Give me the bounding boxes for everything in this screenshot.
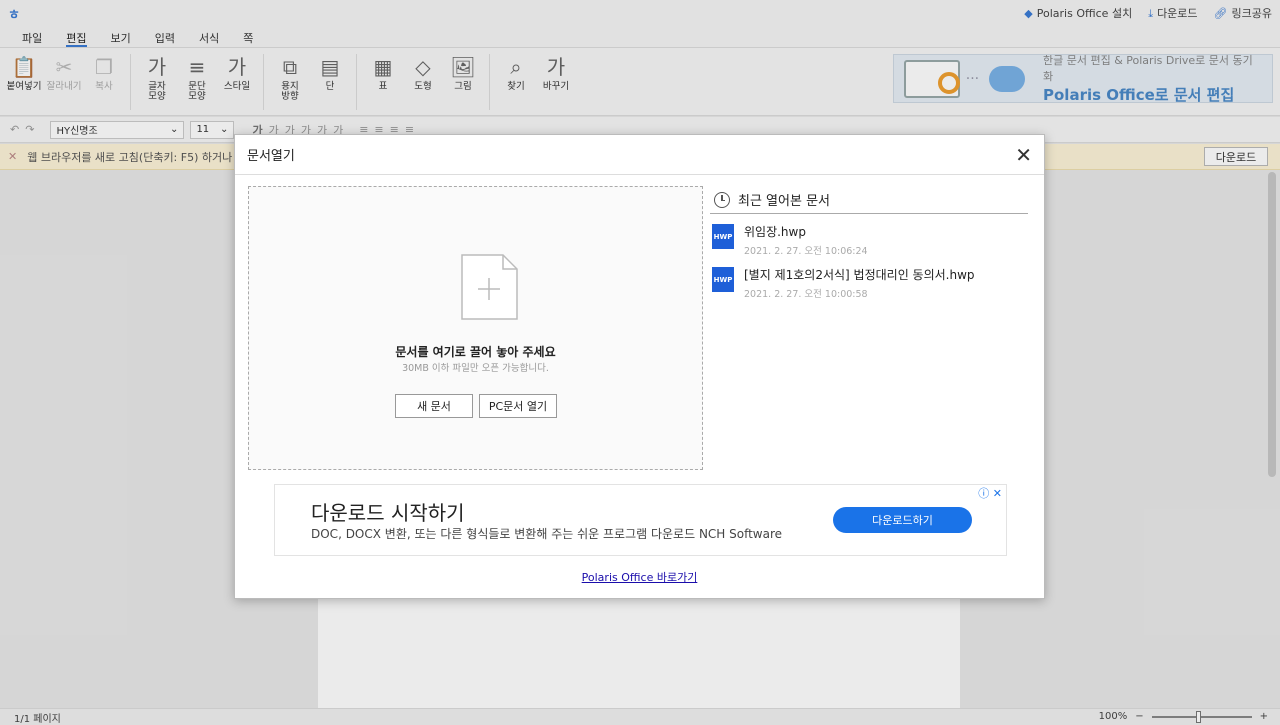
app: ㅎ ◆ Polaris Office 설치 ⤓ 다운로드 🔗︎ 링크공유 파일 편집 … bbox=[0, 0, 1280, 725]
ad-download-button[interactable]: 다운로드하기 bbox=[833, 507, 972, 533]
dialog-header: 문서열기 ✕ bbox=[235, 135, 1044, 175]
open-pc-document-button[interactable]: PC문서 열기 bbox=[479, 394, 557, 418]
ad-info-icon[interactable]: ⓘ ✕ bbox=[978, 485, 1002, 501]
recent-filename: 위임장.hwp bbox=[744, 225, 806, 239]
polaris-office-link[interactable]: Polaris Office 바로가기 bbox=[235, 569, 1044, 585]
add-file-icon bbox=[461, 254, 518, 320]
new-document-button[interactable]: 새 문서 bbox=[395, 394, 473, 418]
recent-info: [별지 제1호의2서식] 법정대리인 동의서.hwp 2021. 2. 27. … bbox=[744, 266, 975, 300]
list-item[interactable]: HWP 위임장.hwp 2021. 2. 27. 오전 10:06:24 bbox=[710, 223, 1028, 257]
recent-documents: 최근 열어본 문서 HWP 위임장.hwp 2021. 2. 27. 오전 10… bbox=[710, 186, 1028, 300]
ad-description: DOC, DOCX 변환, 또는 다른 형식들로 변환해 주는 쉬운 프로그램 … bbox=[311, 527, 783, 541]
ad-box[interactable]: ⓘ ✕ 다운로드 시작하기 DOC, DOCX 변환, 또는 다른 형식들로 변… bbox=[274, 484, 1007, 556]
recent-title: 최근 열어본 문서 bbox=[738, 194, 830, 209]
recent-info: 위임장.hwp 2021. 2. 27. 오전 10:06:24 bbox=[744, 223, 868, 257]
open-document-dialog: 문서열기 ✕ 문서를 여기로 끌어 놓아 주세요 30MB 이하 파일만 오픈 … bbox=[234, 134, 1045, 599]
recent-filename: [별지 제1호의2서식] 법정대리인 동의서.hwp bbox=[744, 268, 975, 282]
recent-header: 최근 열어본 문서 bbox=[710, 186, 1028, 214]
recent-date: 2021. 2. 27. 오전 10:06:24 bbox=[744, 246, 868, 257]
dialog-title: 문서열기 bbox=[247, 149, 295, 164]
hwp-file-icon: HWP bbox=[712, 224, 734, 249]
recent-date: 2021. 2. 27. 오전 10:00:58 bbox=[744, 289, 868, 300]
close-icon[interactable]: ✕ bbox=[1015, 143, 1032, 167]
list-item[interactable]: HWP [별지 제1호의2서식] 법정대리인 동의서.hwp 2021. 2. … bbox=[710, 266, 1028, 300]
ad-title: 다운로드 시작하기 bbox=[311, 501, 465, 525]
drop-zone[interactable]: 문서를 여기로 끌어 놓아 주세요 30MB 이하 파일만 오픈 가능합니다. … bbox=[248, 186, 703, 470]
clock-icon bbox=[714, 191, 730, 208]
hwp-file-icon: HWP bbox=[712, 267, 734, 292]
drop-subtitle: 30MB 이하 파일만 오픈 가능합니다. bbox=[402, 363, 549, 374]
drop-title: 문서를 여기로 끌어 놓아 주세요 bbox=[395, 345, 556, 359]
